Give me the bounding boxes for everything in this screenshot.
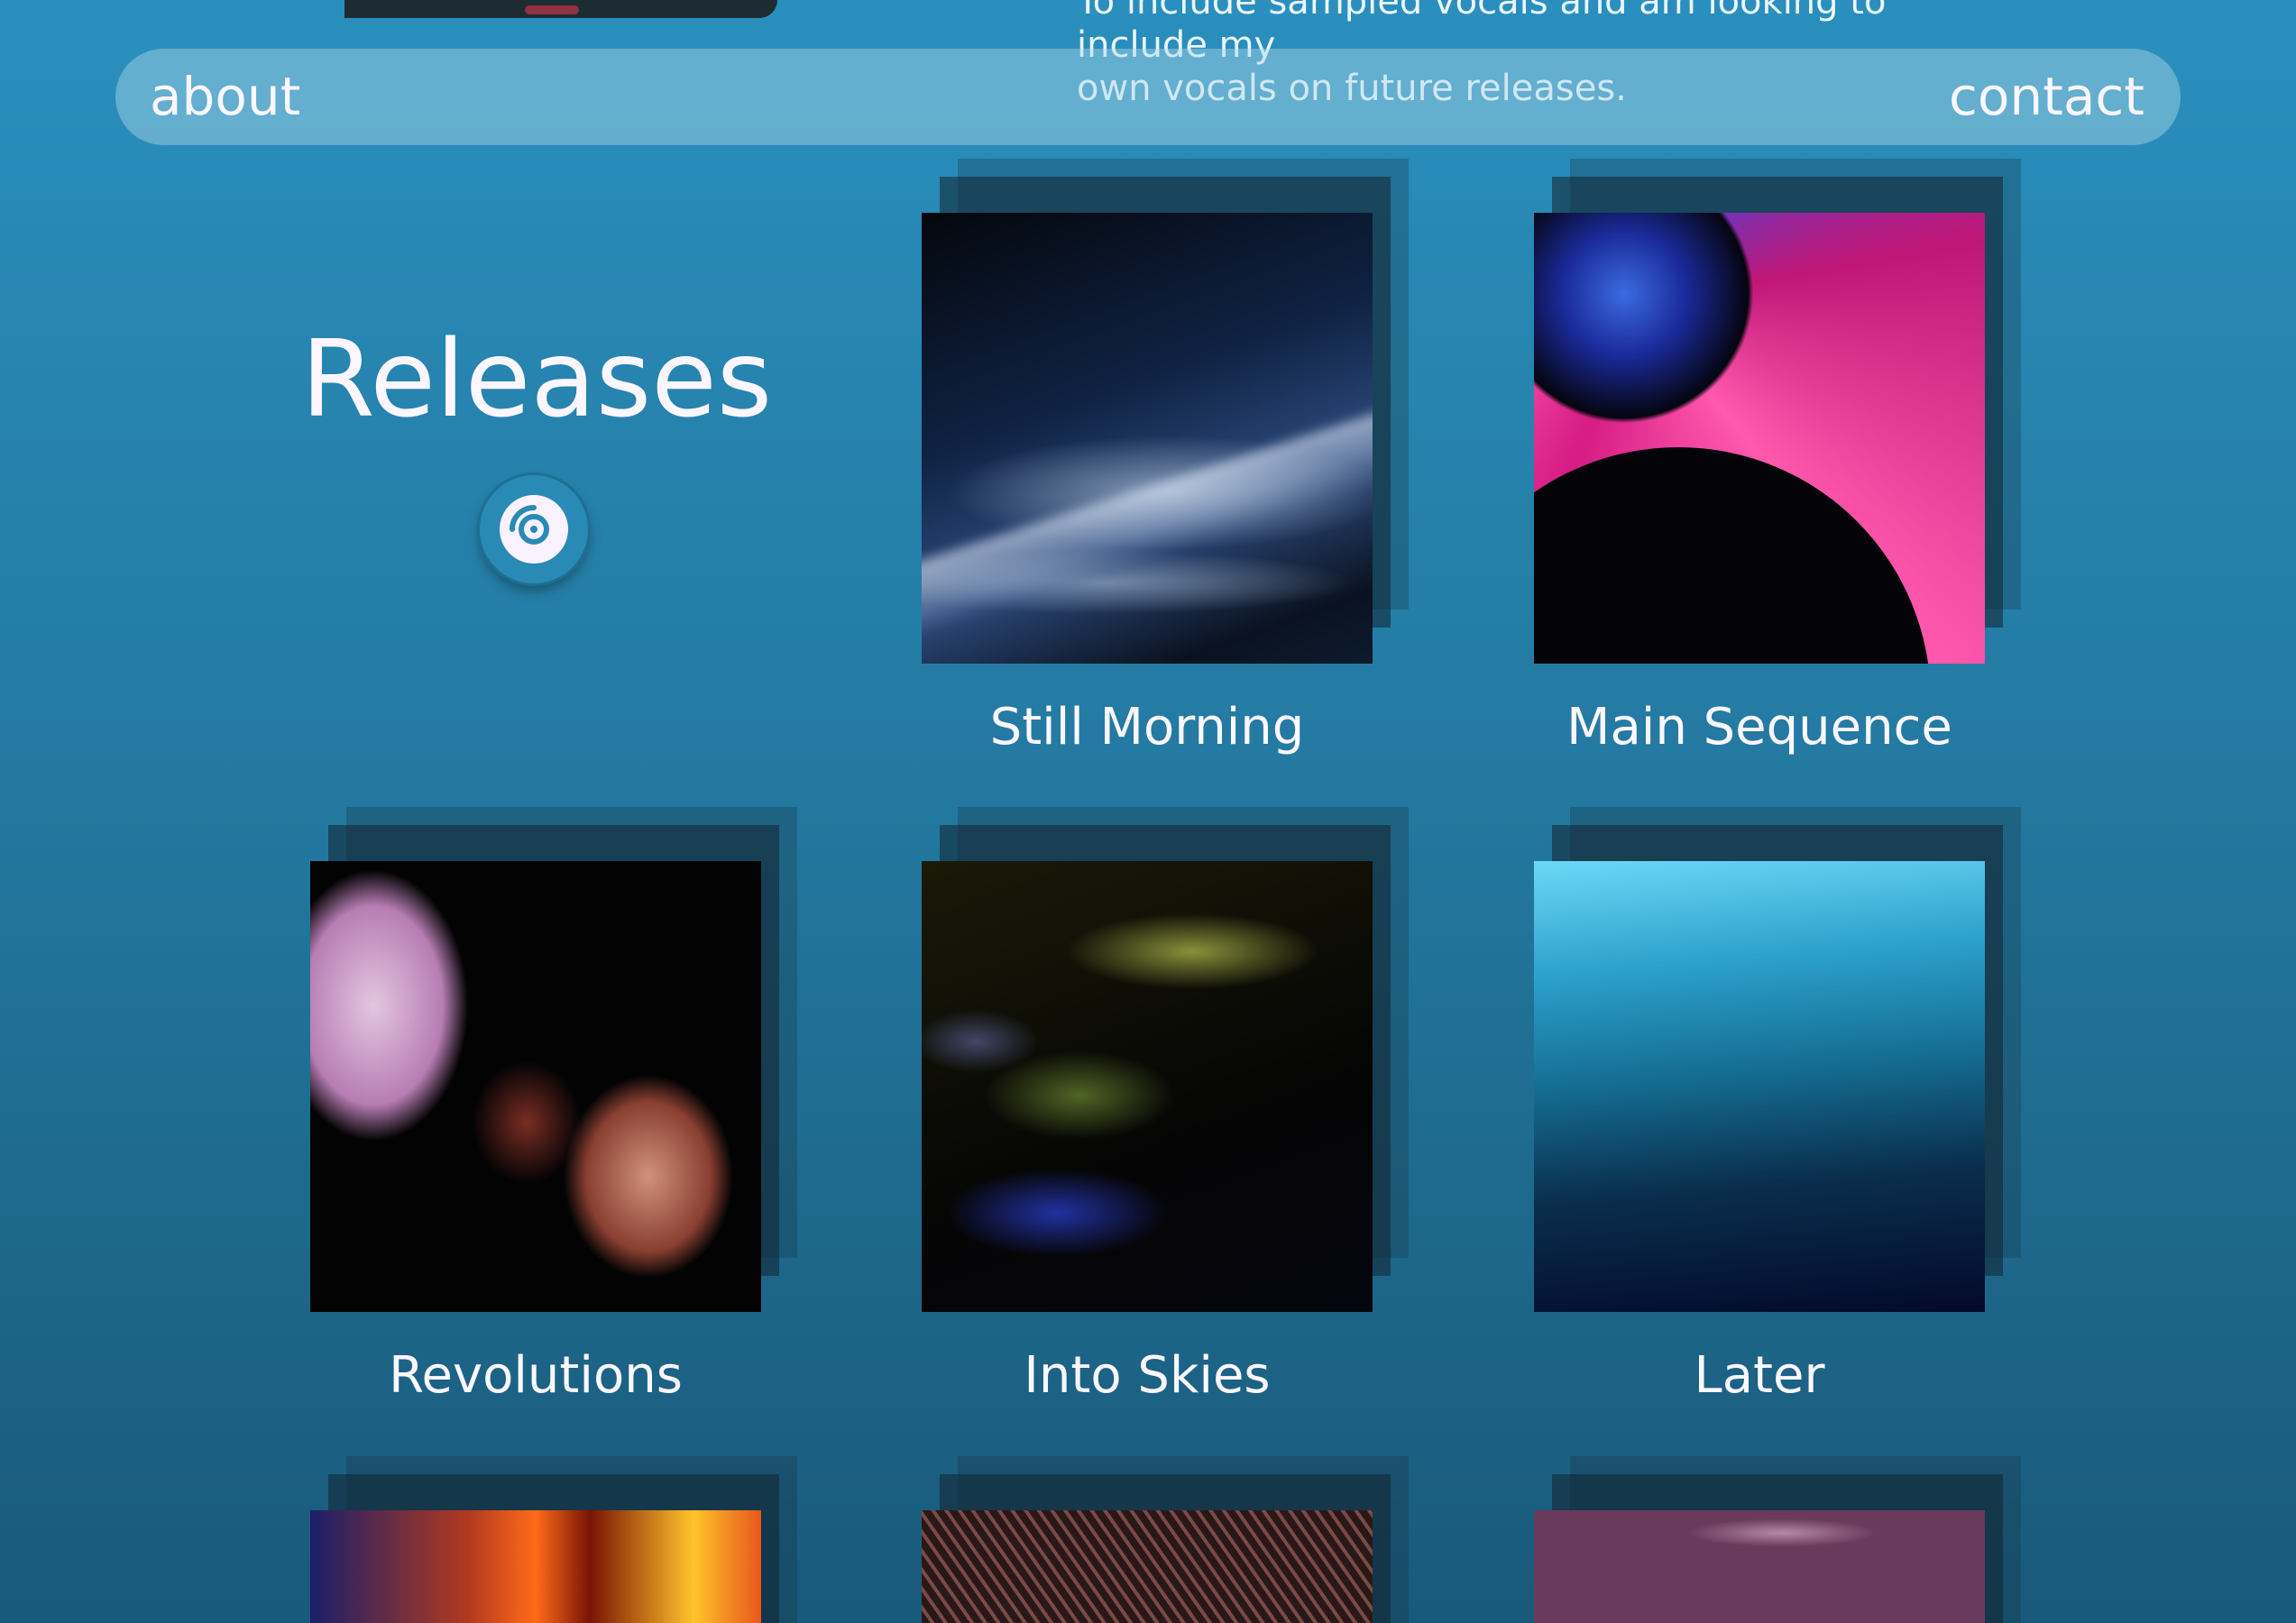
about-image-fragment <box>344 0 777 18</box>
nav-contact-link[interactable]: contact <box>1949 67 2144 126</box>
release-title[interactable]: Main Sequence <box>1534 698 1985 757</box>
release-title[interactable]: Still Morning <box>922 698 1373 757</box>
releases-disc-button[interactable] <box>480 475 588 583</box>
cover-image[interactable] <box>922 1510 1373 1623</box>
release-cover[interactable] <box>1534 807 2021 1312</box>
cover-image[interactable] <box>1534 1510 1985 1623</box>
nav-about-link[interactable]: about <box>150 67 300 126</box>
about-section-tail: To include sampled vocals and am looking… <box>0 0 2296 109</box>
cover-image[interactable] <box>310 1510 761 1623</box>
release-card[interactable] <box>310 1456 797 1623</box>
cover-image[interactable] <box>1534 213 1985 664</box>
cover-image[interactable] <box>922 861 1373 1312</box>
cover-image[interactable] <box>1534 861 1985 1312</box>
release-cover[interactable] <box>310 807 797 1312</box>
release-card[interactable]: Into Skies <box>922 807 1409 1406</box>
cover-image[interactable] <box>310 861 761 1312</box>
release-card[interactable]: Later <box>1534 807 2021 1406</box>
release-card[interactable]: Main Sequence <box>1534 159 2021 757</box>
release-cover[interactable] <box>922 1456 1409 1623</box>
cover-image[interactable] <box>922 213 1373 664</box>
release-cover[interactable] <box>1534 159 2021 664</box>
release-cover[interactable] <box>922 159 1409 664</box>
release-card[interactable]: Revolutions <box>310 807 797 1406</box>
disc-icon <box>500 495 568 564</box>
release-cover[interactable] <box>310 1456 797 1623</box>
release-card[interactable]: Still Morning <box>922 159 1409 757</box>
release-cover[interactable] <box>1534 1456 2021 1623</box>
nav-bar: about contact <box>115 49 2181 145</box>
release-title[interactable]: Revolutions <box>310 1346 761 1406</box>
release-card[interactable] <box>922 1456 1409 1623</box>
release-title[interactable]: Into Skies <box>922 1346 1373 1406</box>
releases-heading: Releases <box>300 316 773 441</box>
release-title[interactable]: Later <box>1534 1346 1985 1406</box>
release-cover[interactable] <box>922 807 1409 1312</box>
release-card[interactable] <box>1534 1456 2021 1623</box>
